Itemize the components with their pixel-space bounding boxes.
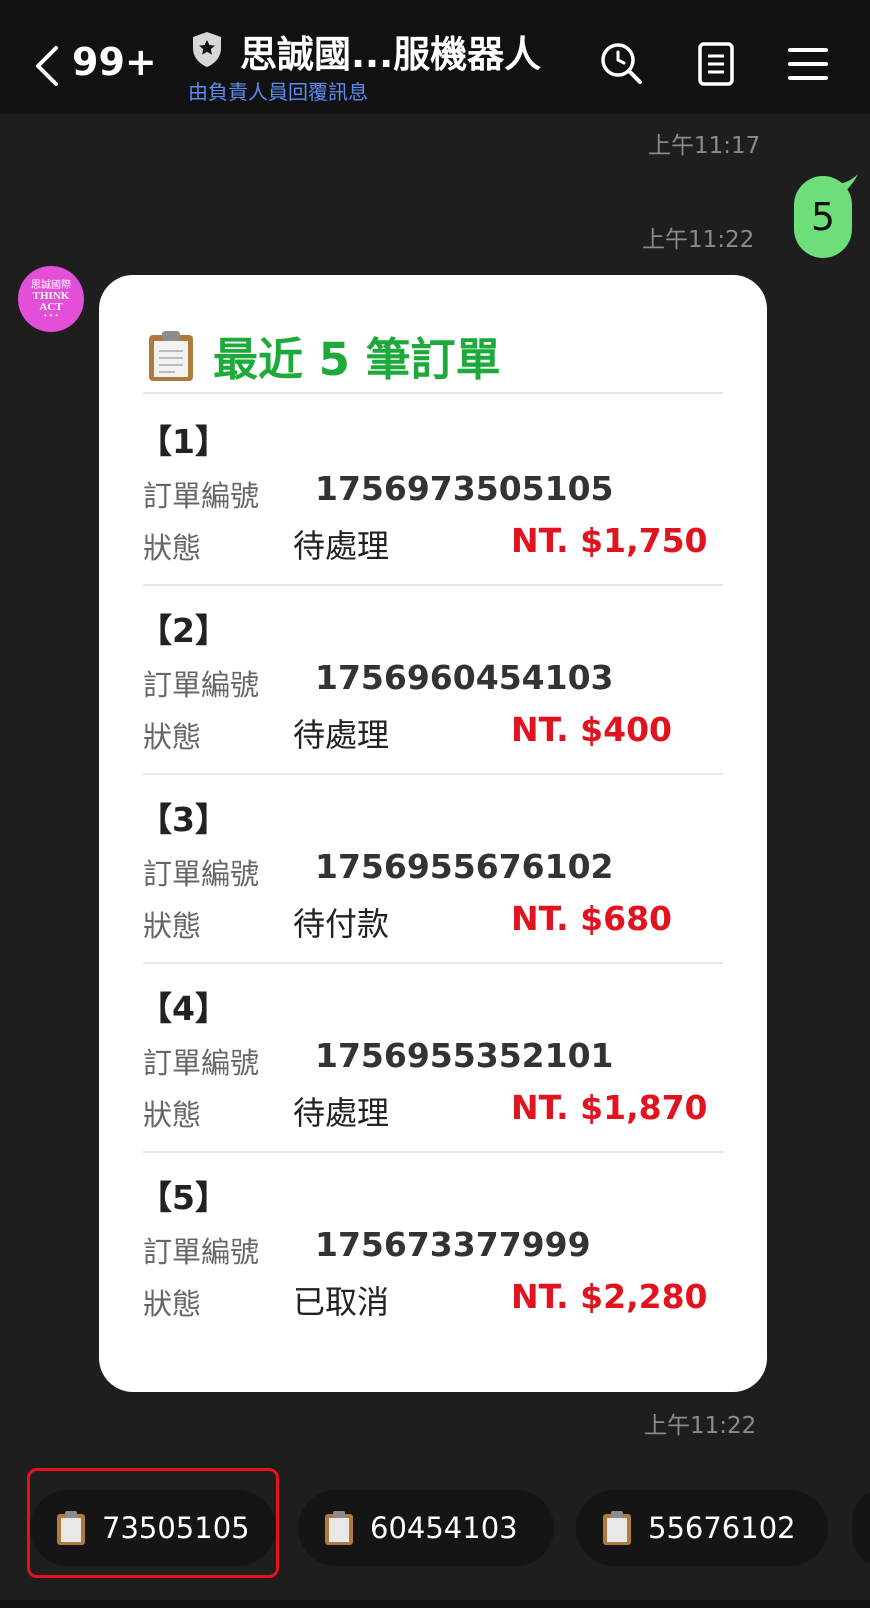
divider — [143, 392, 723, 394]
user-message-text: 5 — [810, 195, 836, 239]
order-item[interactable]: 【5】 訂單編號 175673377999 狀態 已取消 NT. $2,280 — [139, 1171, 759, 1351]
order-item[interactable]: 【4】 訂單編號 1756955352101 狀態 待處理 NT. $1,870 — [139, 982, 759, 1162]
message-time: 上午11:22 — [642, 227, 755, 253]
divider — [143, 962, 723, 964]
orders-card[interactable]: 最近 5 筆訂單 【1】 訂單編號 1756973505105 狀態 待處理 N… — [99, 275, 767, 1392]
quick-reply-button[interactable] — [852, 1490, 870, 1566]
user-message-bubble[interactable]: 5 — [794, 176, 852, 258]
divider — [143, 584, 723, 586]
order-item[interactable]: 【3】 訂單編號 1756955676102 狀態 待付款 NT. $680 — [139, 793, 759, 973]
chat-header: 99+ 思誠國...服機器人 由負責人員回覆訊息 — [0, 0, 870, 114]
unread-count[interactable]: 99+ — [72, 40, 157, 84]
order-index: 【4】 — [139, 989, 228, 1028]
order-index: 【2】 — [139, 611, 228, 650]
clipboard-icon — [149, 330, 193, 381]
order-number: 1756955352101 — [315, 1036, 614, 1075]
order-number-label: 訂單編號 — [143, 1046, 260, 1080]
chat-subtitle: 由負責人員回覆訊息 — [188, 80, 368, 104]
status-label: 狀態 — [143, 531, 202, 565]
order-number-label: 訂單編號 — [143, 857, 260, 891]
message-time: 上午11:22 — [644, 1413, 757, 1439]
order-status: 待處理 — [293, 1094, 390, 1132]
order-number-label: 訂單編號 — [143, 479, 260, 513]
order-amount: NT. $1,750 — [511, 521, 708, 560]
order-amount: NT. $2,280 — [511, 1277, 708, 1316]
divider — [143, 773, 723, 775]
status-label: 狀態 — [143, 1098, 202, 1132]
avatar-text: ACT — [39, 300, 63, 313]
order-amount: NT. $1,870 — [511, 1088, 708, 1127]
bottom-bar — [0, 1600, 870, 1608]
order-amount: NT. $400 — [511, 710, 672, 749]
order-number-label: 訂單編號 — [143, 1235, 260, 1269]
chevron-left-icon[interactable] — [30, 42, 66, 90]
quick-reply-label: 60454103 — [370, 1511, 518, 1545]
avatar[interactable]: 思誠國際 THINK ACT ✦ ✦ ✦ — [18, 266, 84, 332]
order-number: 1756973505105 — [315, 469, 614, 508]
order-status: 已取消 — [293, 1283, 390, 1321]
order-amount: NT. $680 — [511, 899, 672, 938]
shield-icon — [193, 32, 221, 67]
status-label: 狀態 — [143, 720, 202, 754]
order-index: 【3】 — [139, 800, 228, 839]
quick-reply-button[interactable]: 60454103 — [298, 1490, 554, 1566]
quick-reply-button[interactable]: 55676102 — [576, 1490, 828, 1566]
order-number-label: 訂單編號 — [143, 668, 260, 702]
menu-icon[interactable] — [782, 38, 834, 90]
order-number: 175673377999 — [315, 1225, 591, 1264]
order-status: 待處理 — [293, 527, 390, 565]
order-index: 【1】 — [139, 422, 228, 461]
order-number: 1756960454103 — [315, 658, 614, 697]
message-time: 上午11:17 — [648, 133, 761, 159]
chat-title[interactable]: 思誠國...服機器人 — [240, 24, 541, 78]
clipboard-icon — [603, 1511, 631, 1545]
status-label: 狀態 — [143, 909, 202, 943]
search-icon[interactable] — [596, 38, 648, 90]
divider — [143, 1151, 723, 1153]
status-label: 狀態 — [143, 1287, 202, 1321]
clipboard-icon — [325, 1511, 353, 1545]
avatar-text: THINK — [32, 289, 70, 302]
order-item[interactable]: 【1】 訂單編號 1756973505105 狀態 待處理 NT. $1,750 — [139, 415, 759, 595]
order-status: 待處理 — [293, 716, 390, 754]
avatar-decoration: ✦ ✦ ✦ — [43, 312, 59, 319]
order-item[interactable]: 【2】 訂單編號 1756960454103 狀態 待處理 NT. $400 — [139, 604, 759, 784]
order-number: 1756955676102 — [315, 847, 614, 886]
card-header: 最近 5 筆訂單 — [147, 323, 501, 388]
avatar-text: 思誠國際 — [31, 279, 71, 291]
order-status: 待付款 — [293, 905, 390, 943]
selection-highlight — [27, 1468, 279, 1578]
notes-icon[interactable] — [690, 38, 742, 90]
order-index: 【5】 — [139, 1178, 228, 1217]
card-title: 最近 5 筆訂單 — [213, 333, 501, 386]
quick-reply-label: 55676102 — [648, 1511, 796, 1545]
